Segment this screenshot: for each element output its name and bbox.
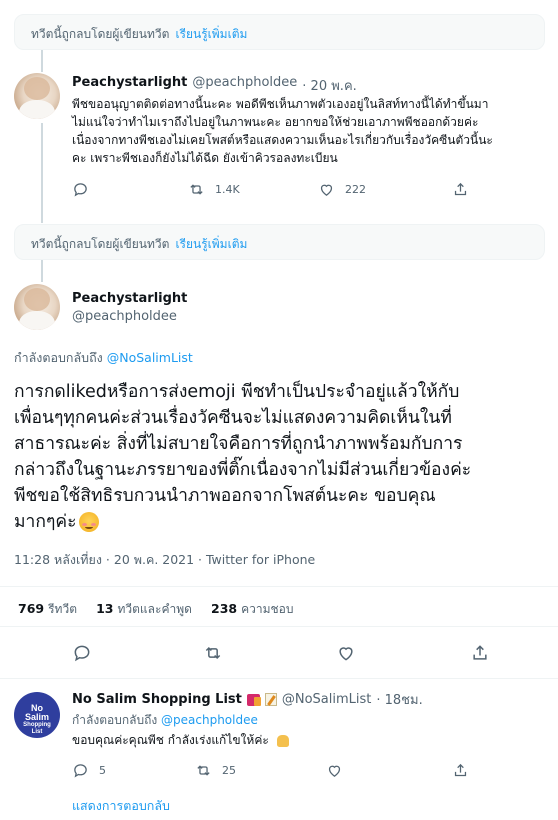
deleted-notice-text: ทวีตนี้ถูกลบโดยผู้เขียนทวีต: [31, 27, 170, 41]
deleted-tweet-notice: ทวีตนี้ถูกลบโดยผู้เขียนทวีต เรียนรู้เพิ่ม…: [14, 224, 545, 260]
tweet-time[interactable]: · 18ชม.: [376, 689, 422, 710]
retweet-icon: [197, 765, 210, 776]
tweet-text-line: เพื่อนๆทุกคนค่ะส่วนเรื่องวัคซีนจะไม่แสดง…: [14, 408, 452, 428]
learn-more-link[interactable]: เรียนรู้เพิ่มเติม: [175, 27, 247, 41]
quotes-stat-label: ทวีตและคำพูด: [117, 602, 192, 616]
retweets-stat-num: 769: [18, 601, 45, 616]
replying-to: กำลังตอบกลับถึง @peachpholdee: [72, 711, 258, 730]
replying-to: กำลังตอบกลับถึง @NoSalimList: [14, 348, 193, 368]
retweets-stat-label: รีทวีต: [48, 602, 77, 616]
share-button[interactable]: [452, 181, 469, 198]
deleted-tweet-notice: ทวีตนี้ถูกลบโดยผู้เขียนทวีต เรียนรู้เพิ่ม…: [14, 14, 545, 50]
likes-stat-num: 238: [211, 601, 238, 616]
username[interactable]: @peachpholdee: [192, 75, 297, 96]
reply-icon: [74, 645, 90, 662]
tweet-text: พีชขออนุญาตติดต่อทางนี้นะคะ พอดีพีชเห็นภ…: [72, 95, 493, 167]
tweet-stats: 769 รีทวีต 13 ทวีตและคำพูด 238 ความชอบ: [18, 598, 294, 619]
quotes-stat[interactable]: 13 ทวีตและคำพูด: [96, 598, 192, 617]
retweet-button[interactable]: [203, 643, 223, 663]
share-icon: [454, 763, 467, 777]
divider: [0, 586, 558, 587]
retweet-count: 25: [222, 764, 236, 777]
likes-stat[interactable]: 238 ความชอบ: [211, 598, 293, 617]
reply-icon: [74, 183, 87, 197]
thread-line: [41, 123, 43, 223]
display-name[interactable]: Peachystarlight: [72, 291, 187, 306]
like-icon: [339, 647, 353, 661]
avatar-text-line: Salim: [24, 712, 49, 722]
tweet-text-line: มากๆค่ะ: [14, 512, 77, 532]
retweets-stat[interactable]: 769 รีทวีต: [18, 598, 77, 617]
like-count: 222: [345, 183, 366, 196]
retweet-button[interactable]: 1.4K: [188, 181, 240, 198]
display-name[interactable]: Peachystarlight: [72, 75, 187, 96]
retweet-icon: [205, 646, 221, 660]
like-button[interactable]: 222: [318, 181, 366, 198]
display-name[interactable]: No Salim Shopping List: [72, 692, 242, 707]
avatar-text-line: Shopping: [23, 722, 51, 728]
share-icon: [473, 645, 487, 660]
share-button[interactable]: [452, 762, 469, 779]
tweet-time[interactable]: · 20 พ.ค.: [302, 75, 356, 96]
share-icon: [454, 182, 467, 196]
like-button[interactable]: [326, 762, 343, 779]
tweet-header: Peachystarlight @peachpholdee · 20 พ.ค.: [72, 75, 357, 96]
replying-prefix: กำลังตอบกลับถึง: [14, 350, 103, 365]
quotes-stat-num: 13: [96, 601, 114, 616]
learn-more-link[interactable]: เรียนรู้เพิ่มเติม: [175, 237, 247, 251]
main-tweet-text: การกดlikedหรือการส่งemoji พีชทำเป็นประจำ…: [14, 379, 471, 535]
share-button[interactable]: [470, 643, 490, 663]
thread-line: [41, 50, 43, 72]
avatar[interactable]: [14, 73, 60, 119]
like-button[interactable]: [336, 643, 356, 663]
reply-icon: [74, 764, 87, 778]
main-tweet-header: Peachystarlight @peachpholdee: [72, 291, 187, 324]
divider: [0, 678, 558, 679]
tweet-text-line: คะ เพราะพีชเองก็ยังไม่ได้ฉีด ยังเข้าคิวร…: [72, 151, 338, 165]
replying-prefix: กำลังตอบกลับถึง: [72, 713, 158, 727]
like-icon: [320, 184, 333, 196]
username[interactable]: @peachpholdee: [72, 309, 187, 324]
reply-button[interactable]: [72, 643, 92, 663]
thread-line: [41, 260, 43, 282]
reply-button[interactable]: 5: [72, 762, 106, 779]
reply-text-content: ขอบคุณค่ะคุณพีช กำลังเร่งแก้ไขให้ค่ะ: [72, 733, 269, 747]
shopping-bags-icon: [246, 693, 261, 706]
avatar[interactable]: [14, 284, 60, 330]
deleted-notice-text: ทวีตนี้ถูกลบโดยผู้เขียนทวีต: [31, 237, 170, 251]
memo-icon: [264, 693, 277, 706]
reply-count: 5: [99, 764, 106, 777]
reply-button[interactable]: [72, 181, 89, 198]
username[interactable]: @NoSalimList: [282, 692, 372, 707]
tweet-text-line: กล่าวถึงในฐานะภรรยาของพี่ติ๊กเนื่องจากไม…: [14, 460, 472, 480]
smiling-blush-icon: [79, 512, 100, 532]
likes-stat-label: ความชอบ: [241, 602, 294, 616]
reply-text: ขอบคุณค่ะคุณพีช กำลังเร่งแก้ไขให้ค่ะ: [72, 731, 289, 749]
tweet-text-line: พีชขอใช้สิทธิรบกวนนำภาพออกจากโพสต์นะคะ ข…: [14, 486, 436, 506]
reply-header: No Salim Shopping List @NoSalimList · 18…: [72, 689, 423, 710]
retweet-button[interactable]: 25: [195, 762, 236, 779]
tweet-text-line-last: มากๆค่ะ: [14, 509, 471, 535]
retweet-icon: [190, 184, 203, 195]
tweet-text-line: พีชขออนุญาตติดต่อทางนี้นะคะ พอดีพีชเห็นภ…: [72, 97, 489, 111]
tweet-text-line: เนื่องจากทางพีชเองไม่เคยโพสต์หรือแสดงควา…: [72, 133, 493, 147]
tweet-text-line: สาธารณะค่ะ สิ่งที่ไม่สบายใจคือการที่ถูกน…: [14, 434, 463, 454]
tweet-timestamp[interactable]: 11:28 หลังเที่ยง · 20 พ.ค. 2021 · Twitte…: [14, 550, 315, 570]
replying-to-link[interactable]: @NoSalimList: [107, 350, 193, 365]
like-icon: [328, 765, 341, 777]
folded-hands-icon: [276, 734, 289, 747]
tweet-text-line: การกดlikedหรือการส่งemoji พีชทำเป็นประจำ…: [14, 382, 460, 402]
avatar-text-line: List: [31, 729, 43, 735]
tweet-text-line: ไม่แน่ใจว่าทำไมเราถึงไปอยู่ในภาพนะคะ อยา…: [72, 115, 479, 129]
avatar[interactable]: No Salim Shopping List: [14, 692, 60, 738]
retweet-count: 1.4K: [215, 183, 240, 196]
replying-to-link[interactable]: @peachpholdee: [161, 713, 258, 727]
show-replies-link[interactable]: แสดงการตอบกลับ: [72, 796, 170, 816]
divider: [0, 626, 558, 627]
